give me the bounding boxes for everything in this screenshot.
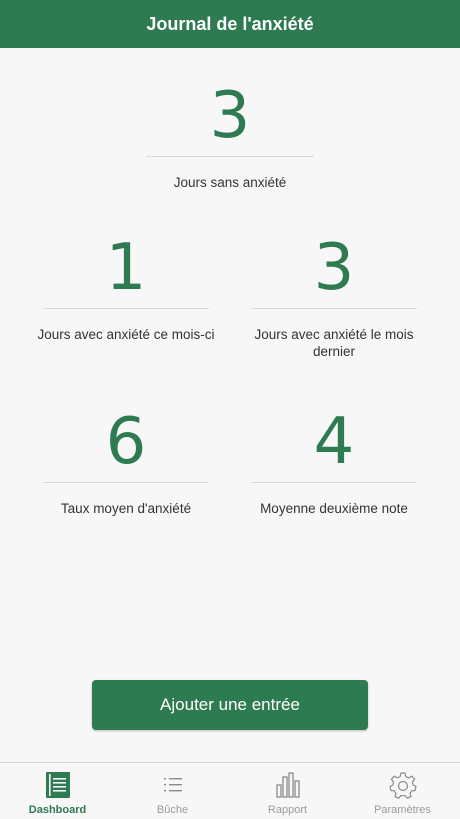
stat-label: Jours sans anxiété [173,175,287,190]
list-icon [158,771,188,799]
gear-icon [388,771,418,799]
divider [251,308,417,309]
tab-label: Rapport [267,804,308,816]
page-title: Journal de l'anxiété [146,13,314,34]
stat-days-without-anxiety: 3 Jours sans anxiété [146,84,314,191]
stat-value: 1 [105,231,147,305]
bar-chart-icon [273,771,303,799]
bottom-tab-bar: Dashboard Bûche Rapport Paramètres [0,762,460,819]
tab-label: Paramètres [374,804,431,816]
tab-label: Bûche [156,804,189,816]
stat-days-last-month: 3 Jours avec anxiété le mois dernier [246,236,422,360]
dashboard-icon [43,771,73,799]
divider [251,482,417,483]
tab-log[interactable]: Bûche [115,763,230,819]
stat-value: 3 [209,79,251,153]
divider [43,482,209,483]
stat-days-this-month: 1 Jours avec anxiété ce mois-ci [34,236,218,343]
tab-label: Dashboard [28,804,87,816]
divider [146,156,314,157]
stat-average-second-rating: 4 Moyenne deuxième note [246,410,422,517]
add-entry-button[interactable]: Ajouter une entrée [92,680,368,730]
stat-average-anxiety-rate: 6 Taux moyen d'anxiété [34,410,218,517]
tab-dashboard[interactable]: Dashboard [0,763,115,819]
add-entry-button-label: Ajouter une entrée [160,695,300,714]
tab-settings[interactable]: Paramètres [345,763,460,819]
stat-label: Moyenne deuxième note [260,501,408,516]
stat-label: Taux moyen d'anxiété [60,501,192,516]
stat-value: 4 [313,405,355,479]
stat-label: Jours avec anxiété ce mois-ci [37,327,215,342]
divider [43,308,209,309]
app-header: Journal de l'anxiété [0,0,460,48]
stat-label: Jours avec anxiété le mois dernier [254,327,414,359]
stat-value: 3 [313,231,355,305]
stat-value: 6 [105,405,147,479]
tab-report[interactable]: Rapport [230,763,345,819]
